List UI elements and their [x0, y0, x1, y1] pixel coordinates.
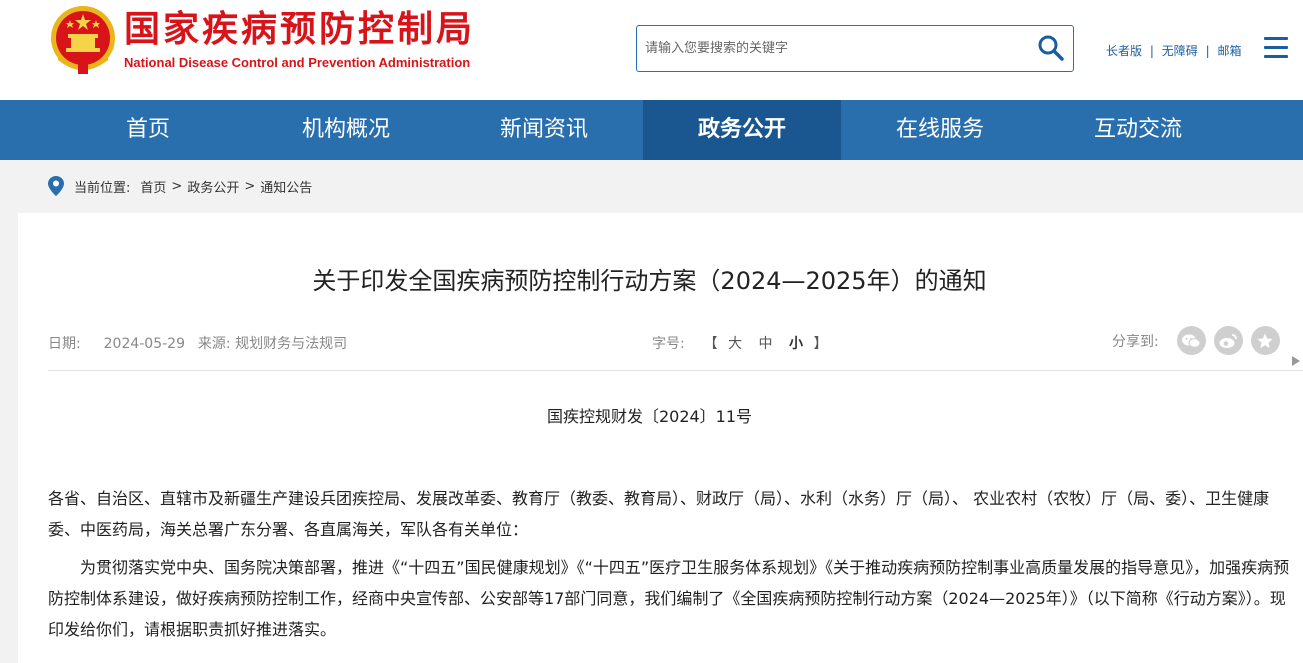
font-size-medium[interactable]: 中 [759, 336, 773, 352]
nav-item-home[interactable]: 首页 [49, 100, 247, 160]
search-icon[interactable] [1037, 34, 1065, 62]
share-label: 分享到: [1112, 333, 1159, 350]
breadcrumb-notices[interactable]: 通知公告 [260, 177, 312, 196]
article-date: 2024-05-29 [103, 336, 185, 352]
bracket-close: 】 [813, 336, 828, 352]
search-box [636, 25, 1074, 72]
share-bar: 分享到: [1112, 326, 1280, 355]
nav-item-online-services[interactable]: 在线服务 [841, 100, 1039, 160]
nav-item-government-affairs[interactable]: 政务公开 [643, 100, 841, 160]
national-emblem-icon[interactable] [48, 4, 118, 76]
meta-divider [48, 370, 1303, 371]
link-separator: | [1149, 44, 1154, 58]
article-paragraph-body: 为贯彻落实党中央、国务院决策部署，推进《“十四五”国民健康规划》《“十四五”医疗… [48, 558, 1290, 639]
nav-item-news[interactable]: 新闻资讯 [445, 100, 643, 160]
document-number: 国疾控规财发〔2024〕11号 [546, 407, 753, 426]
breadcrumb-separator: > [171, 178, 183, 194]
date-label: 日期: [48, 336, 81, 352]
accessibility-link[interactable]: 无障碍 [1162, 44, 1198, 58]
font-size-large[interactable]: 大 [728, 336, 742, 352]
site-name-en[interactable]: National Disease Control and Prevention … [124, 55, 470, 70]
top-links: 长者版 | 无障碍 | 邮箱 [1106, 42, 1241, 59]
main-nav: 首页 机构概况 新闻资讯 政务公开 在线服务 互动交流 [0, 100, 1303, 160]
scroll-caret-icon[interactable] [1292, 356, 1300, 366]
article-paragraph-addressees: 各省、自治区、直辖市及新疆生产建设兵团疾控局、发展改革委、教育厅（教委、教育局）… [48, 489, 1270, 539]
link-separator: | [1205, 44, 1210, 58]
font-size-control: 字号: 【 大 中 小 】 [652, 333, 827, 353]
search-input[interactable] [645, 32, 1025, 65]
breadcrumb: 当前位置: 首页 > 政务公开 > 通知公告 [48, 174, 312, 198]
breadcrumb-label: 当前位置: [74, 180, 131, 196]
font-size-small[interactable]: 小 [789, 336, 803, 352]
font-size-label: 字号: [652, 336, 685, 352]
wechat-icon[interactable] [1176, 326, 1206, 355]
star-icon[interactable] [1250, 326, 1280, 355]
article-container: 关于印发全国疾病预防控制行动方案（2024—2025年）的通知 日期: 2024… [18, 213, 1303, 663]
article-title: 关于印发全国疾病预防控制行动方案（2024—2025年）的通知 [312, 267, 987, 295]
location-pin-icon [48, 176, 64, 196]
nav-item-interaction[interactable]: 互动交流 [1039, 100, 1237, 160]
hamburger-menu-icon[interactable] [1264, 37, 1288, 59]
breadcrumb-separator: > [244, 178, 256, 194]
breadcrumb-government-affairs[interactable]: 政务公开 [187, 177, 239, 196]
site-name-cn[interactable]: 国家疾病预防控制局 [124, 6, 475, 54]
bracket-open: 【 [703, 336, 718, 352]
article-source: 规划财务与法规司 [235, 336, 348, 352]
breadcrumb-home[interactable]: 首页 [140, 177, 166, 196]
nav-item-about[interactable]: 机构概况 [247, 100, 445, 160]
site-header: 国家疾病预防控制局 National Disease Control and P… [0, 0, 1303, 100]
source-label: 来源: [197, 336, 231, 352]
weibo-icon[interactable] [1213, 326, 1243, 355]
elderly-version-link[interactable]: 长者版 [1106, 44, 1142, 58]
article-meta: 日期: 2024-05-29 来源: 规划财务与法规司 [48, 333, 347, 353]
mailbox-link[interactable]: 邮箱 [1217, 44, 1241, 58]
